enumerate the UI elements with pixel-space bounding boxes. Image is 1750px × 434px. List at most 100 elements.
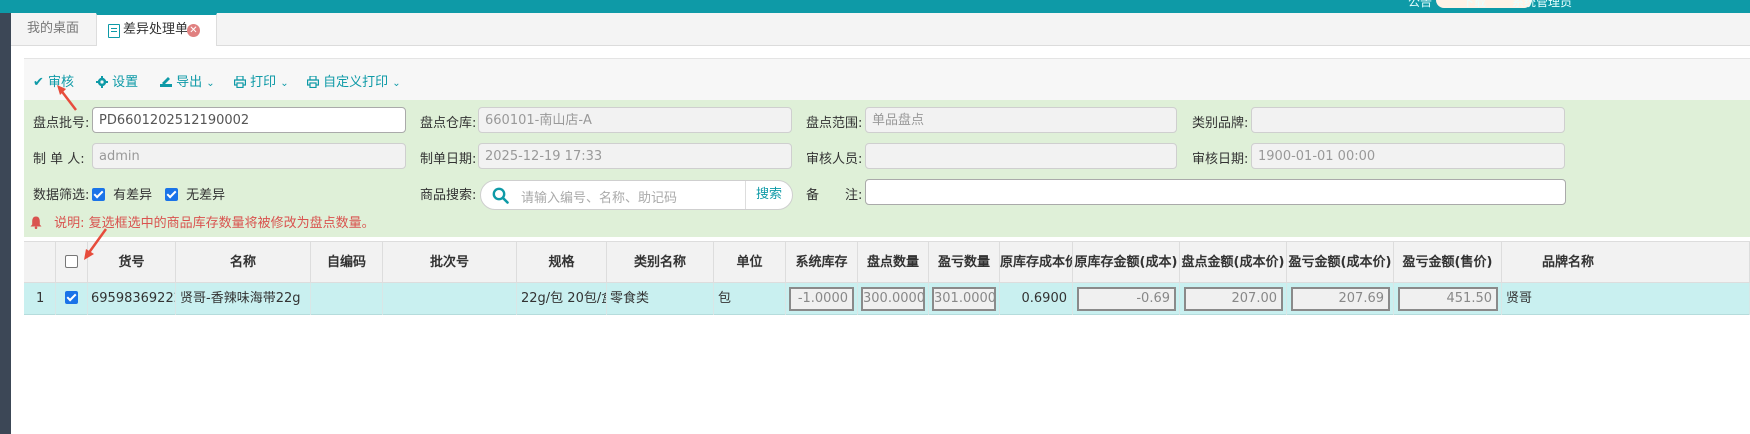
export-button[interactable]: 导出 ⌄	[160, 71, 215, 90]
row-index: 1	[24, 283, 56, 315]
no-diff-option[interactable]: 无差异	[165, 184, 225, 203]
has-diff-option[interactable]: 有差异	[92, 184, 152, 203]
left-sidebar-strip	[0, 13, 11, 434]
warehouse-field[interactable]: 660101-南山店-A	[478, 107, 792, 133]
count-qty-field[interactable]: 300.0000	[861, 287, 925, 311]
notice-link[interactable]: 公告	[1408, 0, 1432, 10]
custom-print-button[interactable]: 自定义打印 ⌄	[307, 71, 401, 90]
row-select-cell[interactable]	[56, 283, 88, 315]
close-icon[interactable]: ✕	[187, 24, 200, 37]
range-field[interactable]: 单品盘点	[865, 107, 1177, 133]
header-count-qty[interactable]: 盘点数量	[858, 241, 929, 283]
has-diff-label: 有差异	[113, 188, 153, 203]
has-diff-checkbox[interactable]	[92, 188, 105, 201]
settings-button[interactable]: 设置	[96, 71, 138, 90]
annotation-arrow-audit	[57, 85, 77, 111]
make-date-label: 制单日期:	[420, 152, 477, 167]
header-orig-cost[interactable]: 原库存成本价	[1000, 241, 1073, 283]
auditor-label: 审核人员:	[806, 152, 863, 167]
chevron-down-icon: ⌄	[206, 78, 215, 89]
row-diff-qty-cell: 301.0000	[929, 283, 1000, 315]
make-date-field[interactable]: 2025-12-19 17:33	[478, 143, 792, 169]
header-diff-amount-cost[interactable]: 盈亏金额(成本价)	[1287, 241, 1394, 283]
header-brand[interactable]: 品牌名称	[1502, 241, 1750, 283]
header-sys-stock[interactable]: 系统库存	[786, 241, 858, 283]
remark-field[interactable]	[865, 179, 1566, 205]
row-batch-no[interactable]	[383, 283, 517, 315]
row-diff-amount-cost-cell: 207.69	[1287, 283, 1394, 315]
tab-label: 我的桌面	[26, 21, 79, 36]
chevron-down-icon: ⌄	[392, 78, 401, 89]
product-search-box[interactable]: 请输入编号、名称、助记码 搜索	[480, 180, 793, 210]
header-index	[24, 241, 56, 283]
settings-label: 设置	[112, 75, 139, 90]
header-diff-qty[interactable]: 盈亏数量	[929, 241, 1000, 283]
row-name[interactable]: 贤哥-香辣味海带22g	[176, 283, 311, 315]
batch-number-field[interactable]: PD6601202512190002	[92, 107, 406, 133]
diff-amount-sale-field[interactable]: 451.50	[1398, 287, 1498, 311]
row-orig-cost[interactable]: 0.6900	[1000, 283, 1073, 315]
search-icon	[492, 187, 509, 204]
row-self-code[interactable]	[311, 283, 383, 315]
maker-label: 制 单 人:	[33, 152, 85, 167]
header-orig-amount[interactable]: 原库存金额(成本)	[1073, 241, 1180, 283]
gear-icon	[96, 76, 108, 88]
diff-amount-cost-field[interactable]: 207.69	[1291, 287, 1390, 311]
top-header-bar: 公告 下载 系统管理员	[0, 0, 1750, 13]
tab-my-desktop[interactable]: 我的桌面	[11, 13, 95, 45]
row-spec[interactable]: 22g/包 20包/盒	[517, 283, 607, 315]
row-count-qty-cell: 300.0000	[858, 283, 929, 315]
bell-icon	[30, 216, 42, 230]
header-count-amount[interactable]: 盘点金额(成本价)	[1180, 241, 1287, 283]
document-icon	[108, 24, 120, 38]
audit-date-field[interactable]: 1900-01-01 00:00	[1251, 143, 1565, 169]
header-batch-no[interactable]: 批次号	[383, 241, 517, 283]
tab-diff-order[interactable]: 差异处理单 ✕	[96, 13, 217, 46]
header-unit[interactable]: 单位	[714, 241, 786, 283]
row-brand[interactable]: 贤哥	[1502, 283, 1750, 315]
maker-field[interactable]: admin	[92, 143, 406, 169]
download-link[interactable]: 下载	[1462, 0, 1486, 10]
row-orig-amount-cell: -0.69	[1073, 283, 1180, 315]
no-diff-checkbox[interactable]	[165, 188, 178, 201]
custom-print-label: 自定义打印	[323, 75, 389, 90]
export-icon	[160, 77, 172, 87]
header-self-code[interactable]: 自编码	[311, 241, 383, 283]
orig-amount-field[interactable]: -0.69	[1077, 287, 1176, 311]
check-icon: ✔	[33, 75, 44, 90]
filter-label: 数据筛选:	[33, 188, 90, 203]
row-code[interactable]: 6959836922298	[88, 283, 176, 315]
header-spec[interactable]: 规格	[517, 241, 607, 283]
chevron-down-icon: ⌄	[280, 78, 289, 89]
diff-qty-field[interactable]: 301.0000	[932, 287, 996, 311]
audit-date-label: 审核日期:	[1192, 152, 1249, 167]
batch-label: 盘点批号:	[33, 116, 90, 131]
product-search-label: 商品搜索:	[420, 188, 477, 203]
search-button[interactable]: 搜索	[745, 181, 792, 209]
tab-label: 差异处理单	[123, 22, 189, 37]
print-label: 打印	[250, 75, 277, 90]
export-label: 导出	[176, 75, 203, 90]
brand-category-label: 类别品牌:	[1192, 116, 1249, 131]
count-amount-field[interactable]: 207.00	[1184, 287, 1283, 311]
auditor-field[interactable]	[865, 143, 1177, 169]
header-diff-amount-sale[interactable]: 盈亏金额(售价)	[1394, 241, 1502, 283]
select-all-checkbox[interactable]	[65, 255, 78, 268]
annotation-arrow-checkbox	[84, 228, 108, 260]
header-name[interactable]: 名称	[176, 241, 311, 283]
tab-bar: 我的桌面 差异处理单 ✕	[11, 13, 1750, 46]
header-category[interactable]: 类别名称	[607, 241, 714, 283]
admin-link[interactable]: 系统管理员	[1512, 0, 1572, 10]
row-category[interactable]: 零食类	[607, 283, 714, 315]
row-unit[interactable]: 包	[714, 283, 786, 315]
print-button[interactable]: 打印 ⌄	[234, 71, 289, 90]
no-diff-label: 无差异	[186, 188, 226, 203]
search-input[interactable]: 请输入编号、名称、助记码	[521, 187, 677, 206]
printer-icon	[307, 75, 320, 89]
row-checkbox[interactable]	[65, 291, 78, 304]
sys-stock-field[interactable]: -1.0000	[789, 287, 854, 311]
toolbar: ✔ 审核 设置 导出 ⌄ 打印 ⌄ 自定义打印 ⌄	[24, 58, 1750, 101]
brand-category-field[interactable]	[1251, 107, 1565, 133]
printer-icon	[234, 75, 247, 89]
range-label: 盘点范围:	[806, 116, 863, 131]
